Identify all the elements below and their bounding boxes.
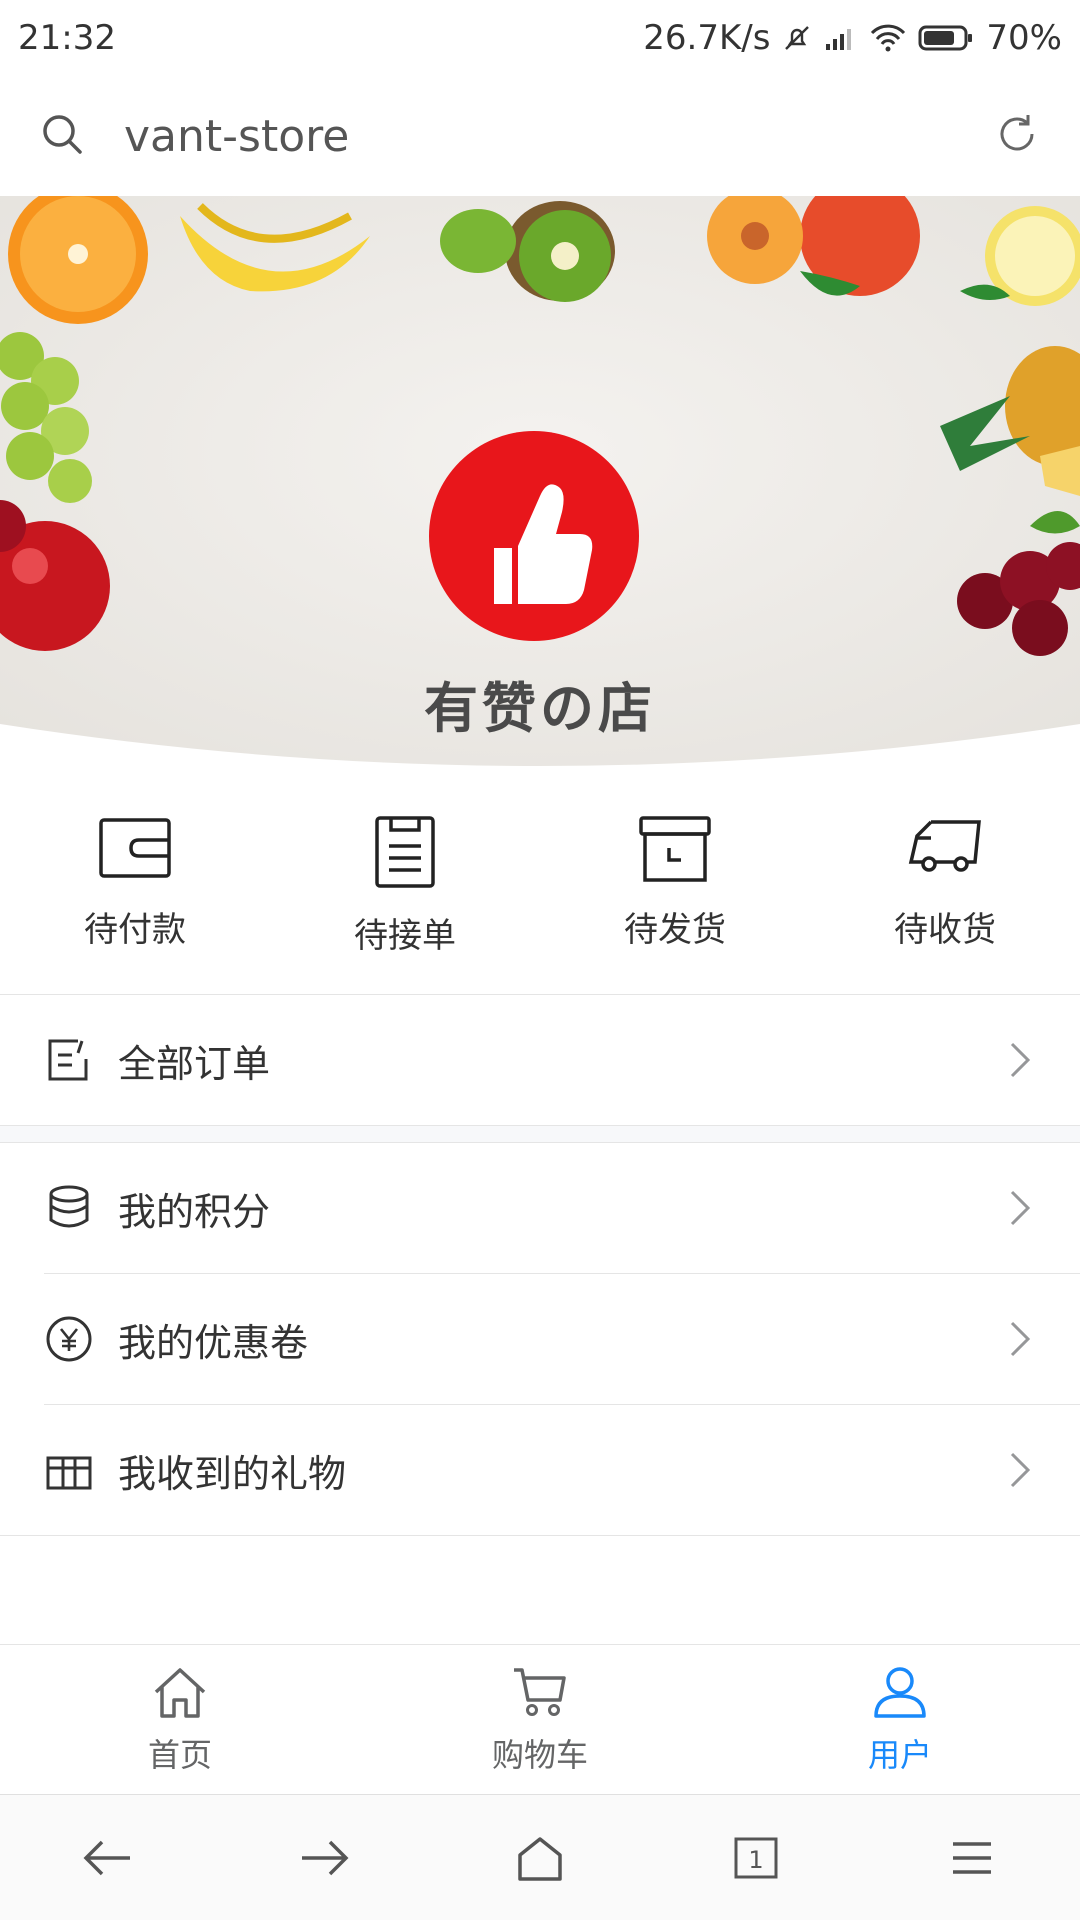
back-arrow-icon[interactable] bbox=[58, 1808, 158, 1908]
truck-icon bbox=[905, 814, 985, 884]
order-label: 待收货 bbox=[894, 910, 996, 950]
tab-label: 购物车 bbox=[491, 1735, 588, 1774]
wifi-icon bbox=[870, 24, 906, 52]
network-speed: 26.7K/s bbox=[643, 18, 771, 58]
status-bar: 21:32 26.7K/s 70% bbox=[0, 0, 1080, 76]
peach-fruit-image bbox=[707, 196, 920, 296]
cart-icon bbox=[510, 1664, 570, 1724]
status-indicators: 26.7K/s 70% bbox=[643, 18, 1062, 58]
cell-label: 我收到的礼物 bbox=[118, 1451, 347, 1496]
tab-user[interactable]: 用户 bbox=[720, 1645, 1080, 1794]
cell-label: 我的积分 bbox=[118, 1189, 271, 1234]
bell-muted-icon bbox=[782, 23, 812, 53]
box-icon bbox=[637, 814, 713, 884]
order-status-row: 待付款 待接单 待发货 待收货 bbox=[0, 800, 1080, 990]
chevron-right-icon bbox=[1000, 1314, 1040, 1364]
menu-icon[interactable] bbox=[922, 1808, 1022, 1908]
order-status-pending-payment[interactable]: 待付款 bbox=[0, 800, 270, 990]
points-coins-icon bbox=[44, 1183, 94, 1233]
section-gap bbox=[0, 1126, 1080, 1142]
refresh-icon[interactable] bbox=[994, 111, 1040, 161]
chevron-right-icon bbox=[1000, 1035, 1040, 1085]
order-label: 待发货 bbox=[624, 910, 726, 950]
coupon-yen-icon bbox=[44, 1314, 94, 1364]
gift-icon bbox=[44, 1445, 94, 1495]
tab-cart[interactable]: 购物车 bbox=[360, 1645, 720, 1794]
cell-label: 我的优惠卷 bbox=[118, 1320, 309, 1365]
thumbs-up-logo bbox=[429, 431, 639, 641]
home-outline-icon[interactable] bbox=[490, 1808, 590, 1908]
order-label: 待接单 bbox=[354, 916, 456, 956]
status-time: 21:32 bbox=[18, 18, 116, 58]
order-status-pending-accept[interactable]: 待接单 bbox=[270, 800, 540, 990]
wallet-icon bbox=[97, 814, 173, 884]
store-title: 有赞の店 bbox=[424, 677, 656, 740]
chevron-right-icon bbox=[1000, 1445, 1040, 1495]
clipboard-icon bbox=[367, 814, 443, 890]
store-banner: 有赞の店 bbox=[0, 196, 1080, 766]
my-coupons-cell[interactable]: 我的优惠卷 bbox=[0, 1274, 1080, 1404]
browser-bottom-nav: 1 bbox=[0, 1794, 1080, 1920]
divider bbox=[0, 1535, 1080, 1536]
signal-icon bbox=[824, 24, 858, 52]
address-text[interactable]: vant-store bbox=[124, 111, 994, 162]
tabs-icon[interactable]: 1 bbox=[706, 1808, 806, 1908]
order-status-pending-shipment[interactable]: 待发货 bbox=[540, 800, 810, 990]
my-points-cell[interactable]: 我的积分 bbox=[0, 1143, 1080, 1273]
forward-arrow-icon[interactable] bbox=[274, 1808, 374, 1908]
chevron-right-icon bbox=[1000, 1183, 1040, 1233]
order-label: 待付款 bbox=[84, 910, 186, 950]
tab-home[interactable]: 首页 bbox=[0, 1645, 360, 1794]
bottom-tabbar: 首页 购物车 用户 bbox=[0, 1644, 1080, 1794]
order-status-pending-receipt[interactable]: 待收货 bbox=[810, 800, 1080, 990]
all-orders-cell[interactable]: 全部订单 bbox=[0, 995, 1080, 1125]
battery-percent: 70% bbox=[986, 18, 1062, 58]
battery-icon bbox=[918, 24, 974, 52]
my-gifts-cell[interactable]: 我收到的礼物 bbox=[0, 1405, 1080, 1535]
tab-label: 首页 bbox=[147, 1735, 212, 1774]
search-icon[interactable] bbox=[40, 112, 84, 160]
order-edit-icon bbox=[44, 1035, 94, 1085]
cell-label: 全部订单 bbox=[118, 1041, 271, 1086]
tabs-count: 1 bbox=[748, 1846, 763, 1874]
tab-label: 用户 bbox=[867, 1735, 932, 1774]
user-icon bbox=[870, 1664, 930, 1724]
home-icon bbox=[150, 1664, 210, 1724]
browser-address-bar[interactable]: vant-store bbox=[0, 76, 1080, 196]
